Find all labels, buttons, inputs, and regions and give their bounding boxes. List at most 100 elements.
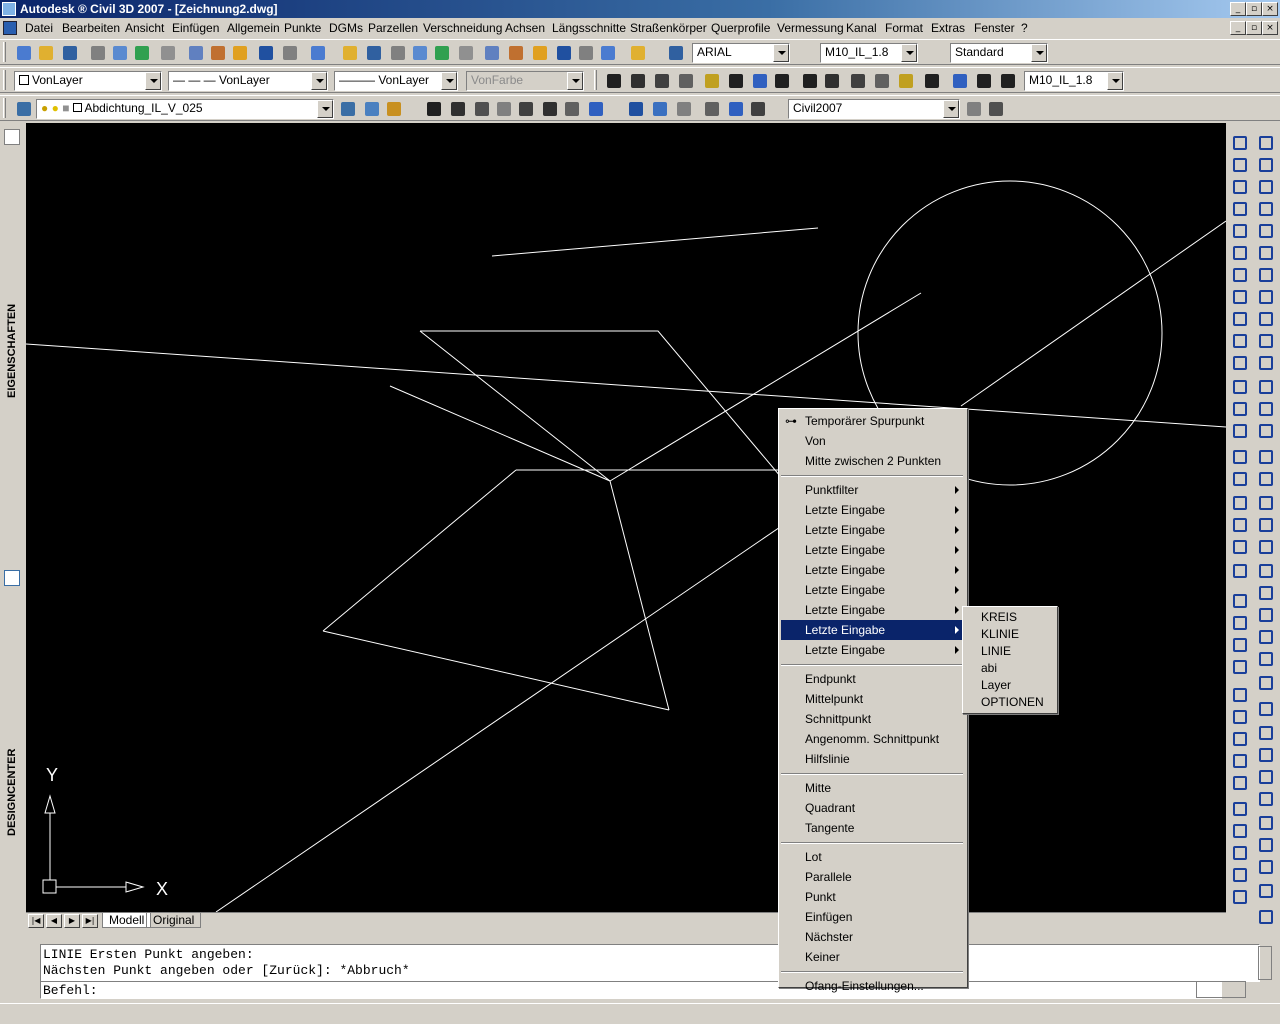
ctx-item-0-1[interactable]: Von	[781, 431, 965, 451]
toolbar1-2-icon[interactable]	[60, 43, 78, 61]
properties-palette-label[interactable]: EIGENSCHAFTEN	[6, 304, 18, 398]
modify-tool-3-icon[interactable]	[1256, 199, 1276, 219]
toolbar2-6-icon[interactable]	[750, 71, 768, 89]
draw-tool-25-icon[interactable]	[1230, 707, 1250, 727]
color-combo[interactable]: VonLayer	[14, 71, 162, 91]
toolbar2-4-icon[interactable]	[702, 71, 720, 89]
prev-tab-icon[interactable]: ◀	[46, 914, 62, 928]
toolbar1-23-icon[interactable]	[576, 43, 594, 61]
draw-tool-30-icon[interactable]	[1230, 821, 1250, 841]
toolbar1-9-icon[interactable]	[230, 43, 248, 61]
designcenter-palette-icon[interactable]	[4, 570, 20, 586]
drawing-geometry[interactable]: Y X	[26, 123, 1226, 912]
toolbar1-3-icon[interactable]	[88, 43, 106, 61]
command-input[interactable]: Befehl:	[40, 981, 1222, 999]
menu-13[interactable]: Vermessung	[777, 21, 844, 35]
toolbar2-8-icon[interactable]	[800, 71, 818, 89]
draw-tool-7-icon[interactable]	[1230, 287, 1250, 307]
draw-tool-3-icon[interactable]	[1230, 199, 1250, 219]
chevron-down-icon[interactable]	[1107, 72, 1123, 90]
modify-tool-7-icon[interactable]	[1256, 287, 1276, 307]
ctx-item-2-0[interactable]: Endpunkt	[781, 669, 965, 689]
modify-tool-5-icon[interactable]	[1256, 243, 1276, 263]
modify-tool-8-icon[interactable]	[1256, 309, 1276, 329]
ctx-item-4-5[interactable]: Keiner	[781, 947, 965, 967]
save-workspace-icon[interactable]	[986, 99, 1004, 117]
workspace-combo[interactable]: Civil2007	[788, 99, 960, 119]
toolbar1-16-icon[interactable]	[410, 43, 428, 61]
modify-tool-33-icon[interactable]	[1256, 881, 1276, 901]
modify-tool-2-icon[interactable]	[1256, 177, 1276, 197]
draw-tool-12-icon[interactable]	[1230, 399, 1250, 419]
chevron-down-icon[interactable]	[943, 100, 959, 118]
toolbar2-10-icon[interactable]	[848, 71, 866, 89]
toolbar2-15-icon[interactable]	[974, 71, 992, 89]
modify-tool-34-icon[interactable]	[1256, 907, 1276, 927]
toolbar1-6-icon[interactable]	[158, 43, 176, 61]
modify-tool-32-icon[interactable]	[1256, 857, 1276, 877]
linetype-combo[interactable]: — — — VonLayer	[168, 71, 328, 91]
toolbar3-8-icon[interactable]	[540, 99, 558, 117]
draw-tool-14-icon[interactable]	[1230, 447, 1250, 467]
document-icon[interactable]	[3, 21, 17, 35]
toolbar-grip[interactable]	[3, 98, 6, 118]
chevron-down-icon[interactable]	[901, 44, 917, 62]
toolbar3-6-icon[interactable]	[494, 99, 512, 117]
command-scrollbar[interactable]	[1258, 946, 1272, 980]
toolbar3-15-icon[interactable]	[726, 99, 744, 117]
draw-tool-4-icon[interactable]	[1230, 221, 1250, 241]
ctx-item-4-0[interactable]: Lot	[781, 847, 965, 867]
dim-style-combo[interactable]: M10_IL_1.8	[820, 43, 918, 63]
toolbar3-16-icon[interactable]	[748, 99, 766, 117]
chevron-down-icon[interactable]	[145, 72, 161, 90]
modify-tool-24-icon[interactable]	[1256, 673, 1276, 693]
menu-17[interactable]: Fenster	[974, 21, 1015, 35]
dim-style-combo-2[interactable]: M10_IL_1.8	[1024, 71, 1124, 91]
workspace-settings-icon[interactable]	[964, 99, 982, 117]
menu-8[interactable]: Verschneidung	[423, 21, 502, 35]
next-tab-icon[interactable]: ▶	[64, 914, 80, 928]
ctx-item-1-5[interactable]: Letzte Eingabe	[781, 580, 965, 600]
text-style-combo[interactable]: ARIAL	[692, 43, 790, 63]
ctx-item-1-2[interactable]: Letzte Eingabe	[781, 520, 965, 540]
draw-tool-10-icon[interactable]	[1230, 353, 1250, 373]
draw-tool-0-icon[interactable]	[1230, 133, 1250, 153]
tab-original[interactable]: Original	[146, 913, 202, 928]
toolbar2-16-icon[interactable]	[998, 71, 1016, 89]
ctx-item-3-1[interactable]: Quadrant	[781, 798, 965, 818]
ctx-item-2-4[interactable]: Hilfslinie	[781, 749, 965, 769]
toolbar2-14-icon[interactable]	[950, 71, 968, 89]
toolbar2-9-icon[interactable]	[822, 71, 840, 89]
ctx-item-1-3[interactable]: Letzte Eingabe	[781, 540, 965, 560]
toolbar1-8-icon[interactable]	[208, 43, 226, 61]
layer-manager-icon[interactable]	[14, 99, 32, 117]
toolbar3-7-icon[interactable]	[516, 99, 534, 117]
drawing-canvas[interactable]: Y X	[26, 123, 1226, 912]
chevron-down-icon[interactable]	[317, 100, 333, 118]
menu-2[interactable]: Ansicht	[125, 21, 164, 35]
ctx-item-4-1[interactable]: Parallele	[781, 867, 965, 887]
lineweight-combo[interactable]: ——— VonLayer	[334, 71, 458, 91]
ctx-item-1-6[interactable]: Letzte Eingabe	[781, 600, 965, 620]
toolbar3-11-icon[interactable]	[626, 99, 644, 117]
toolbar3-14-icon[interactable]	[702, 99, 720, 117]
toolbar2-1-icon[interactable]	[628, 71, 646, 89]
toolbar3-10-icon[interactable]	[586, 99, 604, 117]
toolbar1-18-icon[interactable]	[456, 43, 474, 61]
modify-tool-30-icon[interactable]	[1256, 813, 1276, 833]
toolbar1-25-icon[interactable]	[628, 43, 646, 61]
toolbar-grip[interactable]	[3, 70, 6, 90]
toolbar1-7-icon[interactable]	[186, 43, 204, 61]
draw-tool-15-icon[interactable]	[1230, 469, 1250, 489]
toolbar1-13-icon[interactable]	[340, 43, 358, 61]
modify-tool-25-icon[interactable]	[1256, 699, 1276, 719]
properties-palette-icon[interactable]	[4, 129, 20, 145]
ctx-item-0-0[interactable]: Temporärer Spurpunkt ⊶	[781, 411, 965, 431]
toolbar2-3-icon[interactable]	[676, 71, 694, 89]
chevron-down-icon[interactable]	[773, 44, 789, 62]
modify-tool-0-icon[interactable]	[1256, 133, 1276, 153]
draw-tool-9-icon[interactable]	[1230, 331, 1250, 351]
toolbar1-5-icon[interactable]	[132, 43, 150, 61]
modify-tool-1-icon[interactable]	[1256, 155, 1276, 175]
draw-tool-16-icon[interactable]	[1230, 493, 1250, 513]
